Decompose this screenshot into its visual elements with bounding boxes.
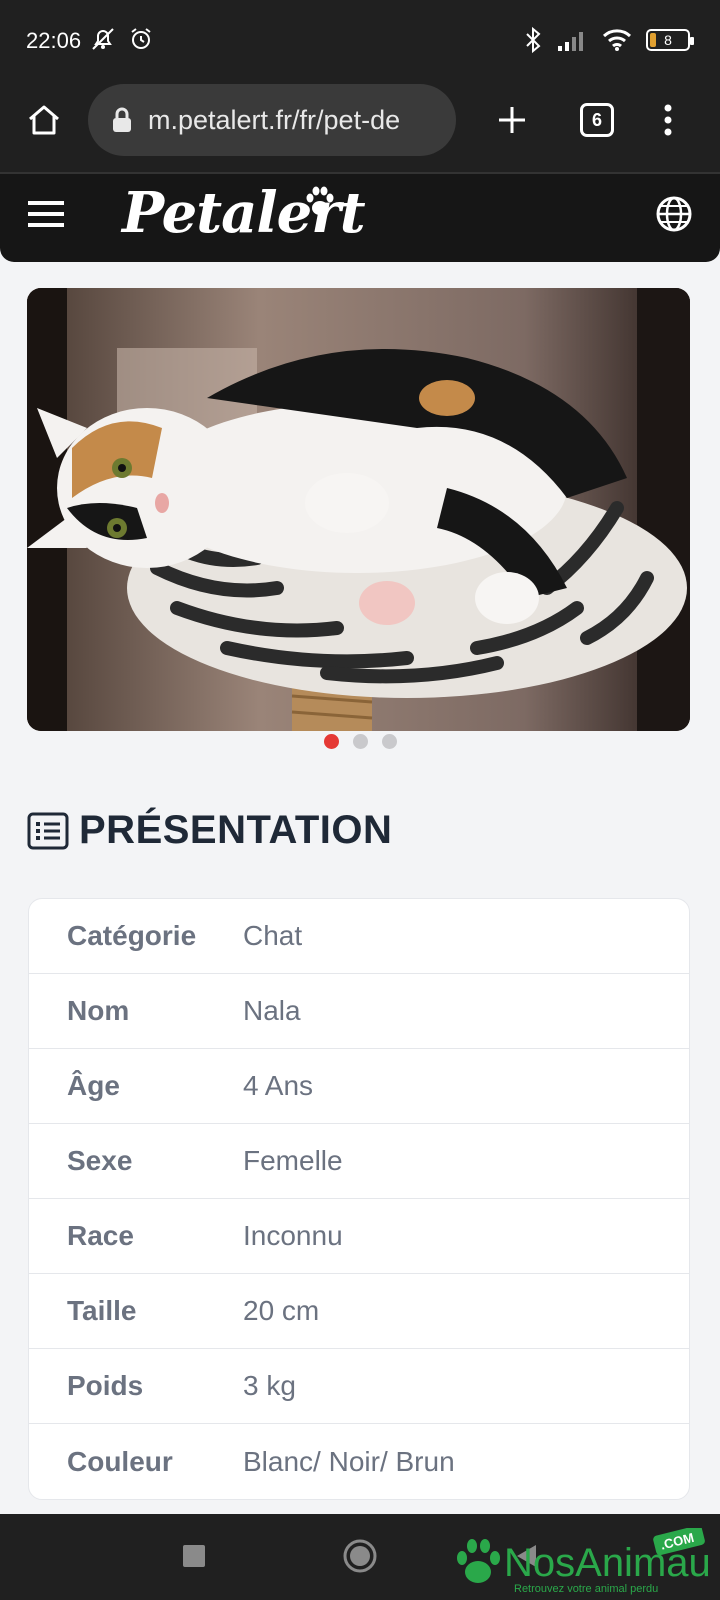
pet-photo-carousel[interactable] (27, 288, 690, 731)
info-row-couleur: Couleur Blanc/ Noir/ Brun (29, 1424, 689, 1499)
globe-icon (656, 196, 692, 232)
address-bar[interactable]: m.petalert.fr/fr/pet-de (88, 84, 456, 156)
url-text: m.petalert.fr/fr/pet-de (148, 104, 401, 135)
more-vertical-icon (664, 104, 672, 136)
carousel-dot-2[interactable] (352, 733, 368, 749)
home-nav-button[interactable] (340, 1536, 380, 1576)
info-value: Inconnu (243, 1220, 343, 1251)
info-row-sexe: Sexe Femelle (29, 1124, 689, 1199)
mute-notifications-icon (92, 28, 114, 50)
lock-icon (113, 107, 131, 132)
info-value: Blanc/ Noir/ Brun (243, 1445, 455, 1477)
pet-photo (27, 288, 690, 731)
info-value: 20 cm (243, 1295, 320, 1326)
info-key: Taille (67, 1295, 137, 1326)
info-value: Chat (243, 920, 303, 951)
paw-icon (306, 186, 334, 215)
presentation-heading: PRÉSENTATION (27, 808, 392, 853)
circle-home-icon (343, 1539, 377, 1573)
signal-icon (558, 32, 583, 51)
info-key: Catégorie (67, 920, 197, 951)
info-key: Sexe (67, 1145, 133, 1176)
info-row-nom: Nom Nala (29, 974, 689, 1049)
site-header: Petalert (0, 172, 720, 262)
carousel-dot-1[interactable] (323, 733, 339, 749)
new-tab-button[interactable] (490, 98, 534, 142)
nosanimaux-watermark: NosAnimaux .COM Retrouvez votre animal p… (457, 1528, 710, 1595)
home-icon (29, 105, 59, 135)
square-icon (183, 1545, 205, 1567)
carousel-dot-3[interactable] (381, 733, 397, 749)
watermark-tagline: Retrouvez votre animal perdu (514, 1583, 658, 1595)
carousel-pagination (0, 731, 720, 751)
info-key: Nom (67, 995, 130, 1026)
plus-icon (499, 107, 525, 133)
hamburger-icon (28, 201, 64, 227)
status-time: 22:06 (26, 28, 82, 53)
info-key: Couleur (67, 1445, 173, 1477)
info-row-categorie: Catégorie Chat (29, 899, 689, 974)
alarm-icon (131, 28, 151, 49)
browser-toolbar: m.petalert.fr/fr/pet-de 6 (0, 84, 720, 172)
info-value: Nala (243, 995, 301, 1026)
menu-button[interactable] (26, 194, 66, 234)
info-key: Âge (67, 1070, 120, 1101)
status-bar: 22:06 8 (0, 0, 720, 84)
info-value: 3 kg (243, 1370, 296, 1401)
home-button[interactable] (22, 98, 66, 142)
info-row-race: Race Inconnu (29, 1199, 689, 1274)
info-row-age: Âge 4 Ans (29, 1049, 689, 1124)
list-icon (27, 812, 69, 849)
language-button[interactable] (652, 192, 696, 236)
browser-menu-button[interactable] (650, 98, 686, 142)
info-value: 4 Ans (243, 1070, 314, 1101)
tab-count: 6 (580, 103, 614, 137)
info-key: Poids (67, 1370, 144, 1401)
pet-info-table: Catégorie Chat Nom Nala Âge 4 Ans Sexe F… (28, 898, 690, 1500)
tab-switcher-button[interactable]: 6 (577, 100, 617, 140)
info-row-poids: Poids 3 kg (29, 1349, 689, 1424)
info-value: Femelle (243, 1145, 343, 1176)
info-key: Race (67, 1220, 134, 1251)
battery-level: 8 (664, 32, 672, 48)
info-row-taille: Taille 20 cm (29, 1274, 689, 1349)
bluetooth-icon (526, 26, 541, 54)
wifi-icon (602, 29, 632, 51)
recents-button[interactable] (176, 1538, 212, 1574)
battery-icon: 8 (646, 29, 694, 51)
section-title: PRÉSENTATION (79, 808, 393, 852)
